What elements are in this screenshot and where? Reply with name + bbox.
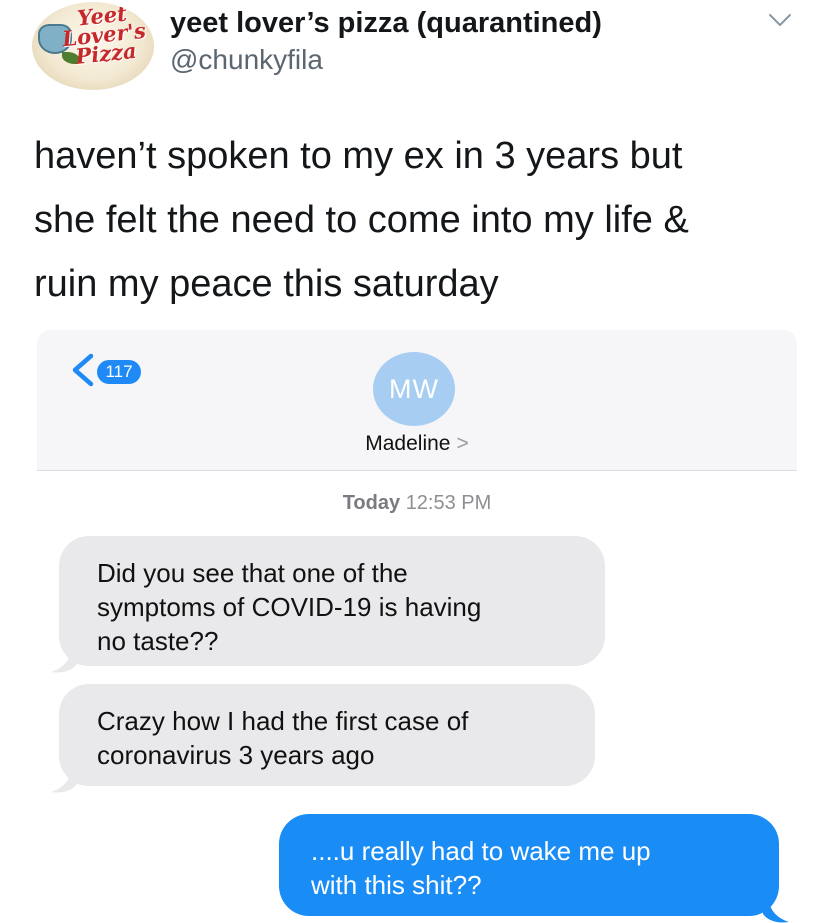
unread-count-badge[interactable]: 117 bbox=[97, 360, 141, 384]
incoming-message-bubble[interactable]: Crazy how I had the first case of corona… bbox=[59, 684, 595, 786]
incoming-message-bubble[interactable]: Did you see that one of the symptoms of … bbox=[59, 536, 605, 666]
bubble-tail-icon bbox=[763, 898, 789, 923]
tweet-text: haven’t spoken to my ex in 3 years but s… bbox=[34, 135, 689, 305]
chevron-down-icon[interactable] bbox=[768, 12, 792, 28]
attached-screenshot[interactable]: 117 MW Madeline > Today 12:53 PM Did you … bbox=[37, 330, 797, 923]
contact-name: Madeline bbox=[365, 432, 451, 455]
bubble-tail-icon bbox=[51, 648, 77, 673]
contact-avatar[interactable]: MW bbox=[373, 352, 455, 426]
outgoing-message-bubble[interactable]: ....u really had to wake me up with this… bbox=[279, 814, 779, 916]
message-timestamp: Today 12:53 PM bbox=[37, 492, 797, 515]
avatar-logo: Yeet Lover's Pizza bbox=[51, 2, 154, 69]
profile-avatar[interactable]: Yeet Lover's Pizza bbox=[32, 2, 154, 90]
bubble-tail-icon bbox=[51, 768, 77, 793]
timestamp-day: Today bbox=[342, 492, 401, 514]
display-name[interactable]: yeet lover’s pizza (quarantined) bbox=[170, 7, 602, 40]
back-chevron-icon[interactable] bbox=[69, 352, 95, 388]
conversation-header: 117 MW Madeline > bbox=[37, 330, 797, 471]
contact-name-row[interactable]: Madeline > bbox=[37, 432, 797, 456]
chevron-right-icon: > bbox=[456, 432, 469, 455]
timestamp-time: 12:53 PM bbox=[405, 492, 492, 514]
user-handle[interactable]: @chunkyfila bbox=[170, 44, 323, 76]
